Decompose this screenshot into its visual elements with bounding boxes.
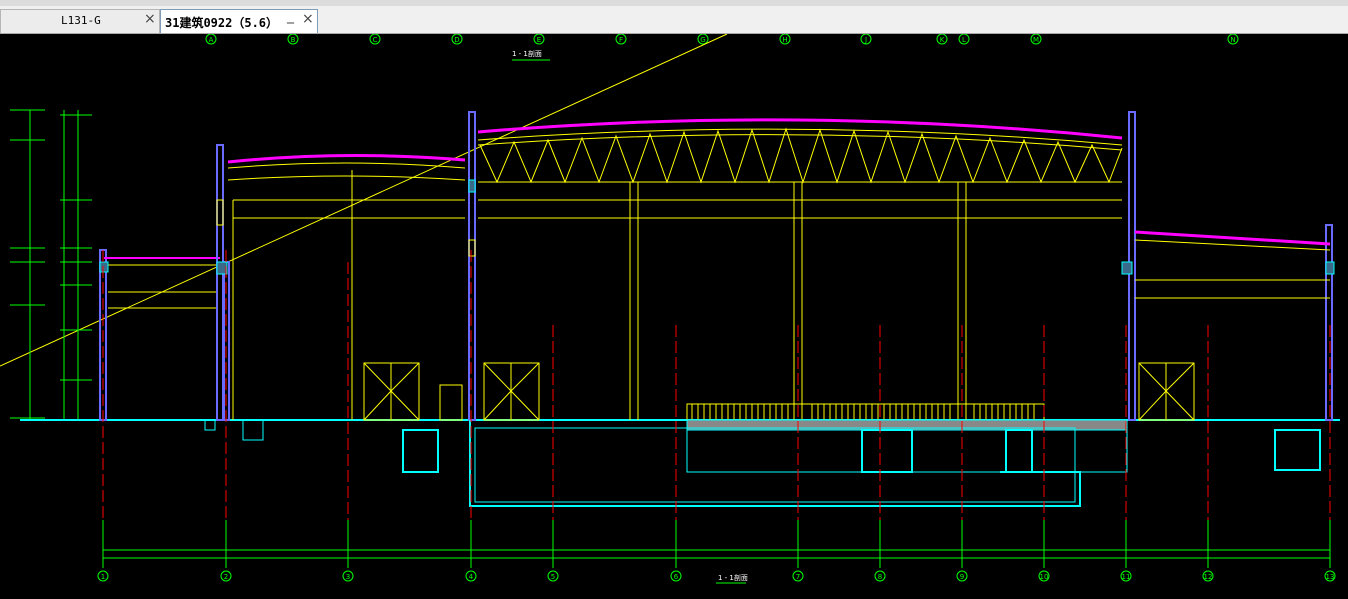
bottom-axis-label: 5	[551, 573, 555, 581]
top-axis-label: M	[1033, 36, 1039, 44]
left-low-wing	[99, 249, 220, 421]
top-axis-label: E	[537, 36, 541, 44]
top-axis-label: L	[962, 36, 966, 44]
close-icon[interactable]: ×	[144, 11, 156, 27]
bottom-dimension-lines	[102, 520, 1331, 568]
top-axis-label: D	[454, 36, 459, 44]
main-hall	[468, 111, 1136, 431]
bottom-axis-label: 9	[960, 573, 964, 581]
bottom-axis-label: 10	[1040, 573, 1049, 581]
top-axis-label: A	[209, 36, 214, 44]
bottom-axis-label: 8	[878, 573, 882, 581]
bottom-axis-label: 12	[1204, 573, 1213, 581]
top-axis-label: H	[782, 36, 787, 44]
bottom-axis-label: 3	[346, 573, 350, 581]
top-axis-label: G	[700, 36, 705, 44]
close-icon[interactable]: ×	[302, 11, 314, 27]
top-axis-label: B	[291, 36, 296, 44]
axis-red-lines	[102, 250, 1331, 520]
section-drawing: A B C D E F G H J K L M N 1 - 1剖面 1 2 3 …	[0, 34, 1340, 584]
bottom-axis-label: 7	[796, 573, 800, 581]
top-axis-label: J	[864, 36, 867, 44]
bottom-axis-label: 2	[224, 573, 228, 581]
tab-31-building-0922[interactable]: 31建筑0922（5.6） _ ×	[160, 8, 318, 33]
bottom-axis-label: 6	[674, 573, 679, 581]
cad-drawing-canvas[interactable]: A B C D E F G H J K L M N 1 - 1剖面 1 2 3 …	[0, 34, 1348, 599]
tab-l131-g[interactable]: L131-G ×	[0, 9, 160, 33]
bottom-axis-grid	[97, 570, 1336, 582]
left-mid-wing	[216, 144, 466, 421]
top-axis-label: F	[619, 36, 623, 44]
drawing-title-top: 1 - 1剖面	[512, 49, 542, 58]
drawing-title-bottom: 1 - 1剖面	[718, 573, 748, 582]
bottom-axis-label: 11	[1122, 573, 1131, 581]
bottom-axis-label: 1	[101, 573, 105, 581]
toolbar-edge	[0, 0, 1348, 6]
basement	[204, 419, 1321, 507]
top-axis-grid	[205, 34, 1239, 45]
left-dimension-lines	[10, 109, 92, 421]
right-wing	[1121, 224, 1335, 421]
bottom-axis-label: 13	[1326, 573, 1335, 581]
tab-label: 31建筑0922（5.6）	[165, 16, 279, 30]
doors	[363, 362, 1195, 421]
bottom-axis-label: 4	[469, 573, 474, 581]
minimize-icon[interactable]: _	[287, 8, 294, 24]
top-axis-label: K	[940, 36, 945, 44]
tab-label: L131-G	[61, 14, 101, 27]
document-tab-bar: L131-G × 31建筑0922（5.6） _ ×	[0, 0, 1348, 34]
top-axis-label: N	[1230, 36, 1235, 44]
top-axis-label: C	[373, 36, 378, 44]
